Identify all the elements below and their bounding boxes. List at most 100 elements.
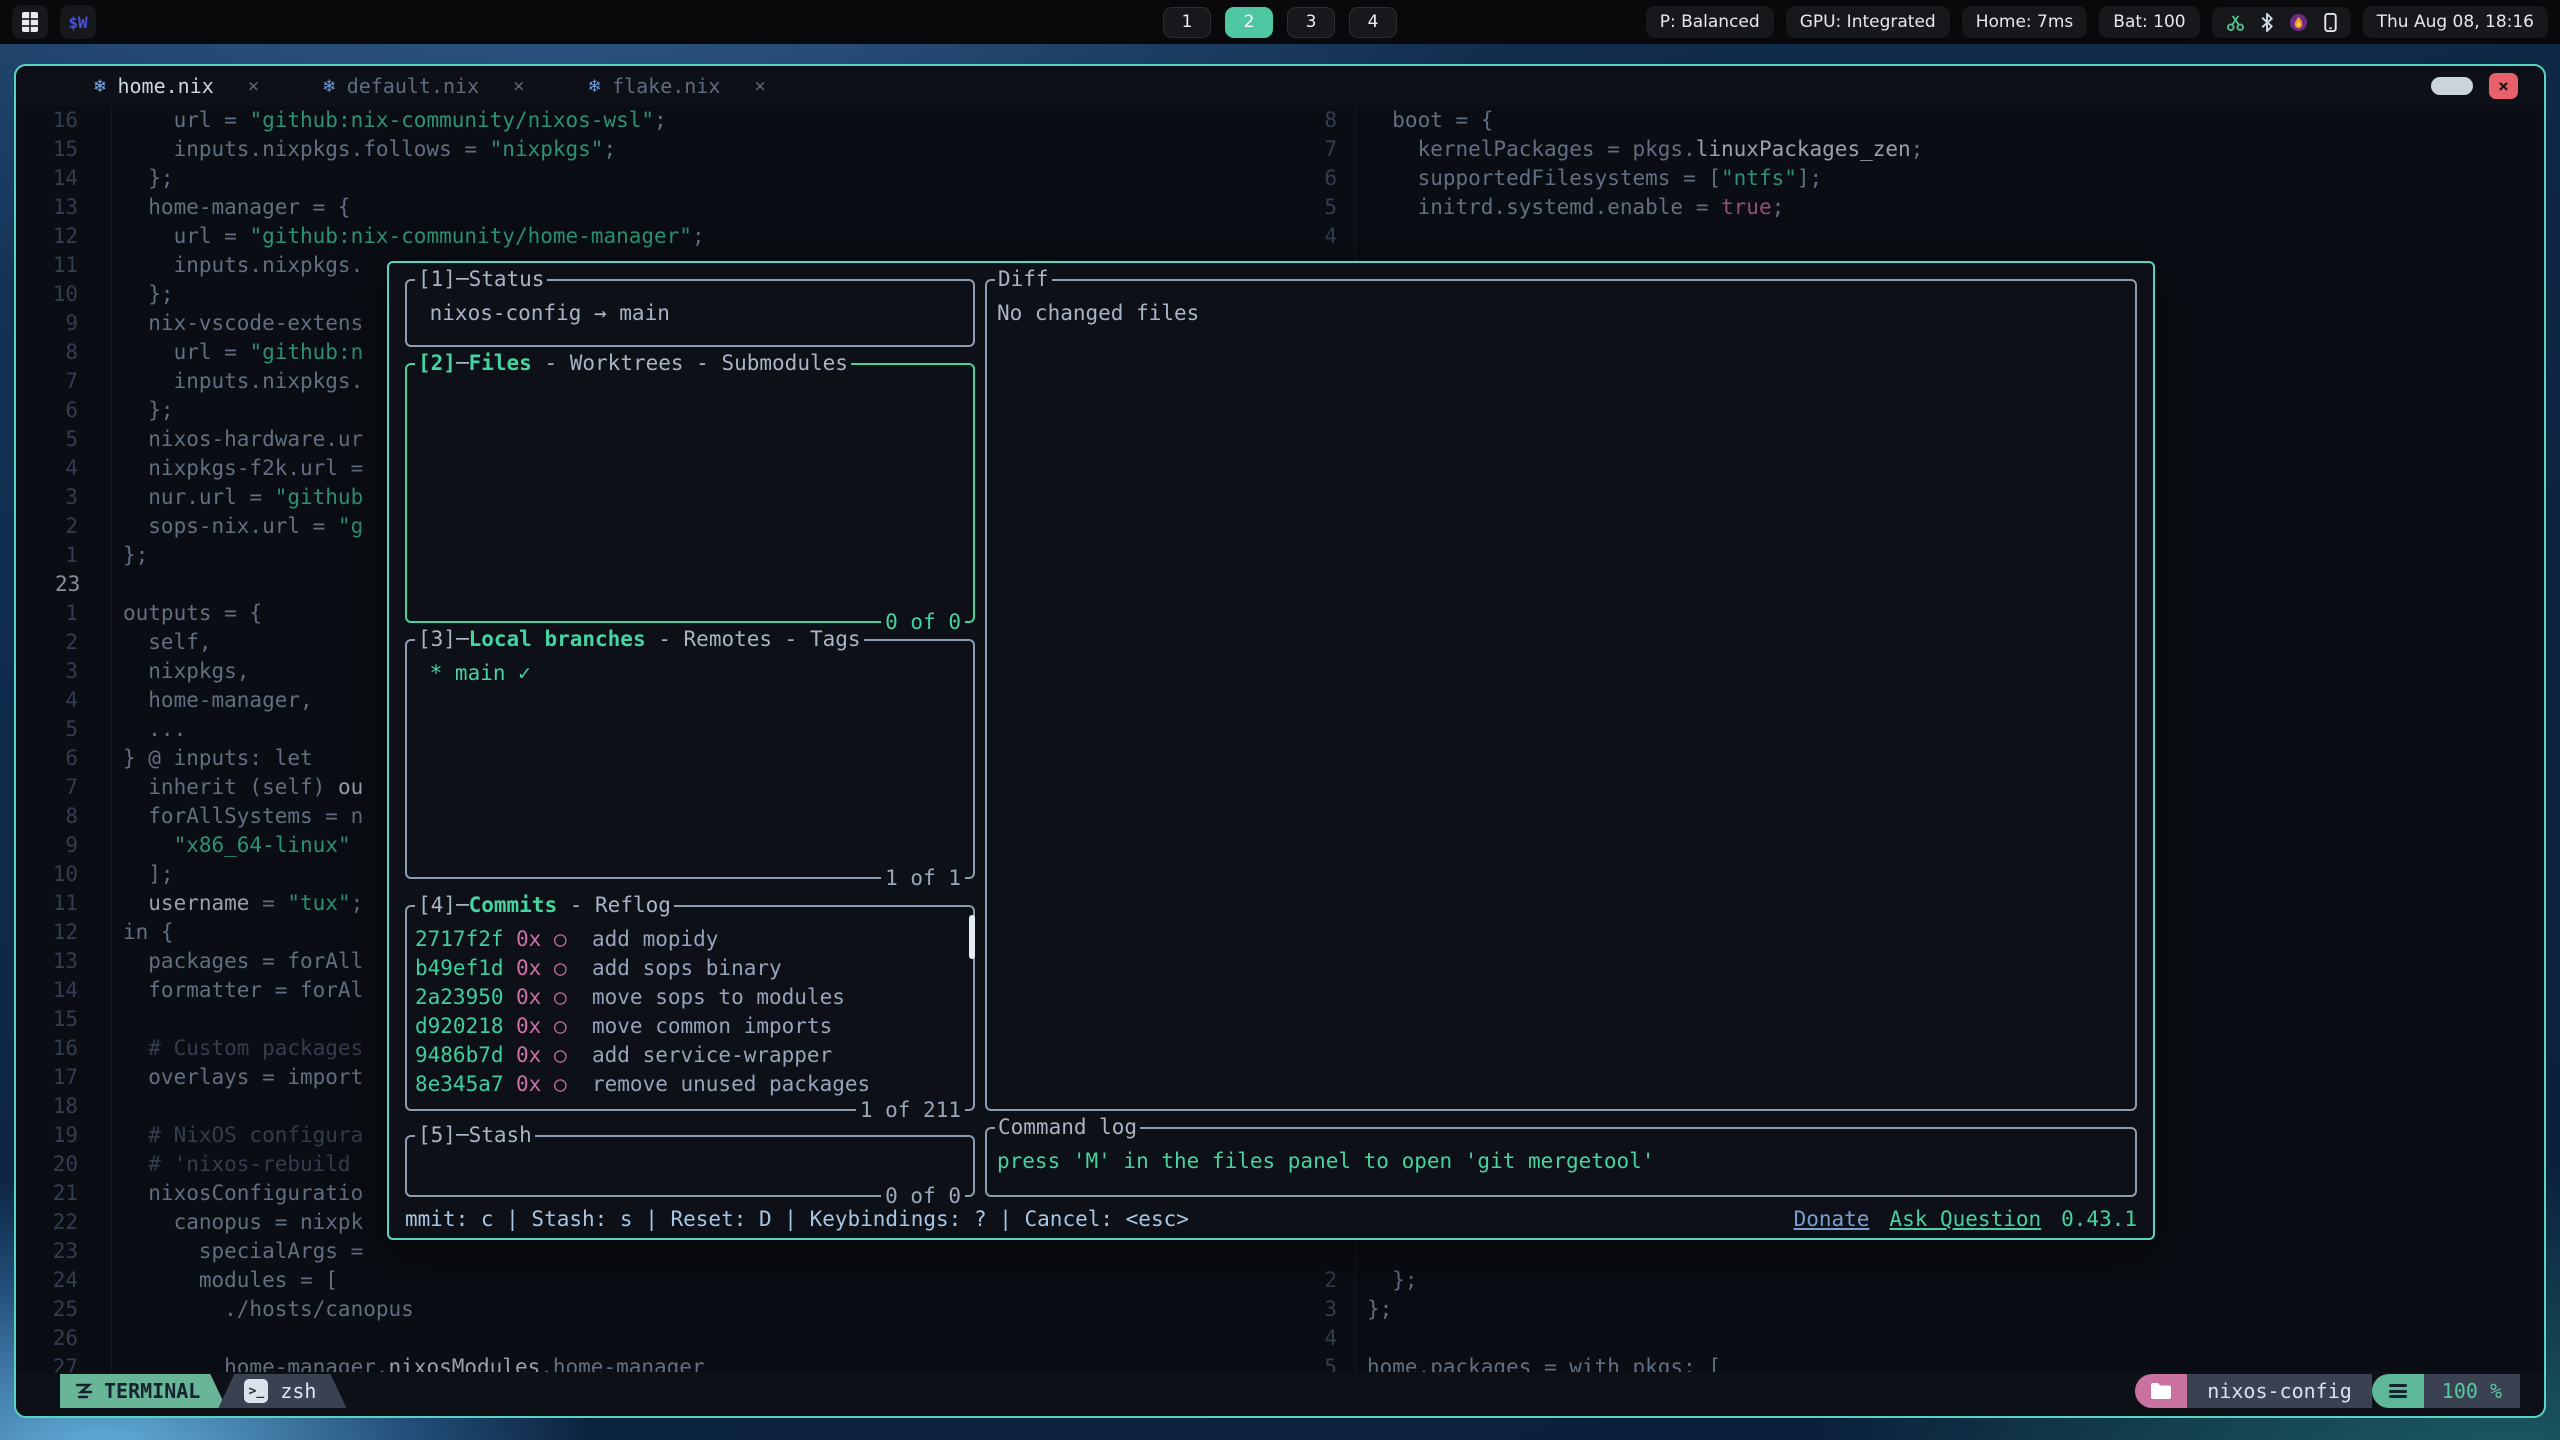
panel-count: 1 of 1 <box>881 864 965 893</box>
zellij-right-status: nixos-config 100 % <box>2135 1374 2520 1408</box>
terminal-window: ❄ home.nix × ❄ default.nix × ❄ flake.nix… <box>14 64 2546 1418</box>
bluetooth-icon[interactable] <box>2261 13 2273 32</box>
gutter-line-number: 2 <box>1261 1266 1337 1295</box>
lazygit-command-log-panel[interactable]: Command log press 'M' in the files panel… <box>985 1127 2137 1197</box>
shell-label: zsh <box>280 1379 316 1403</box>
mode-label: TERMINAL <box>104 1379 200 1403</box>
panel-title: [3]─Local branches - Remotes - Tags <box>415 625 864 654</box>
commit-author: 0x <box>516 983 554 1012</box>
branch-row[interactable]: * main ✓ <box>417 659 963 688</box>
tab-close-icon[interactable]: × <box>754 75 765 97</box>
commit-hash: d920218 <box>415 1012 516 1041</box>
commit-message: add sops binary <box>592 954 782 983</box>
list-icon <box>2389 1384 2407 1398</box>
workspace-button-4[interactable]: 4 <box>1349 7 1397 38</box>
gutter-line-number: 6 <box>1261 164 1337 193</box>
commit-row[interactable]: 2717f2f0x○add mopidy <box>407 925 969 954</box>
donate-link[interactable]: Donate <box>1794 1205 1870 1234</box>
status-branch-line: nixos-config → main <box>417 299 963 328</box>
commit-message: add mopidy <box>592 925 718 954</box>
lazygit-version: 0.43.1 <box>2061 1205 2137 1234</box>
zellij-mode-segment[interactable]: TERMINAL <box>60 1374 226 1408</box>
code-line: 3}; <box>16 1295 2544 1324</box>
terminal-prompt-icon: >_ <box>244 1379 268 1403</box>
battery-list-segment[interactable] <box>2372 1374 2424 1408</box>
commit-row[interactable]: d9202180x○move common imports <box>407 1012 969 1041</box>
panel-title: Diff <box>995 265 1052 294</box>
topbar-right: P: Balanced GPU: Integrated Home: 7ms Bat: … <box>1646 6 2548 38</box>
lazygit-branches-panel[interactable]: [3]─Local branches - Remotes - Tags * ma… <box>405 639 975 879</box>
commit-row[interactable]: 2a239500x○move sops to modules <box>407 983 969 1012</box>
commit-graph-node: ○ <box>554 954 592 983</box>
phone-icon[interactable] <box>2324 13 2337 32</box>
editor-area: 16 url = "github:nix-community/nixos-wsl… <box>16 106 2544 1372</box>
repo-name: nixos-config <box>2187 1374 2372 1408</box>
zellij-status-bar: TERMINAL >_ zsh nixos-config 100 % <box>16 1372 2544 1416</box>
code-text: initrd.systemd.enable = true; <box>1367 193 1784 222</box>
code-line: 5home.packages = with pkgs; [ <box>16 1353 2544 1372</box>
workspace-button-2[interactable]: 2 <box>1225 7 1273 38</box>
commit-hash: b49ef1d <box>415 954 516 983</box>
workspace-button-1[interactable]: 1 <box>1163 7 1211 38</box>
status-pill[interactable]: GPU: Integrated <box>1786 6 1950 38</box>
commit-message: remove unused packages <box>592 1070 870 1099</box>
clock[interactable]: Thu Aug 08, 18:16 <box>2363 6 2548 38</box>
folder-icon <box>2150 1382 2172 1400</box>
gutter-line-number: 8 <box>1261 106 1337 135</box>
desktop: $W 1234 P: BalancedGPU: IntegratedHome: … <box>0 0 2560 1440</box>
tab-home-nix[interactable]: ❄ home.nix × <box>94 74 259 98</box>
workspace-switcher: 1234 <box>1163 7 1397 38</box>
tab-close-icon[interactable]: × <box>248 75 259 97</box>
tab-label: flake.nix <box>612 74 720 98</box>
window-close-button[interactable]: × <box>2489 73 2518 99</box>
tab-label: home.nix <box>117 74 213 98</box>
gutter-line-number: 7 <box>1261 135 1337 164</box>
commit-author: 0x <box>516 954 554 983</box>
code-line: 4 <box>16 222 2544 251</box>
apps-grid-button[interactable] <box>12 5 48 39</box>
tab-flake-nix[interactable]: ❄ flake.nix × <box>589 74 766 98</box>
vpn-flame-icon[interactable] <box>2289 13 2308 32</box>
commit-graph-node: ○ <box>554 1070 592 1099</box>
code-line: 5 initrd.systemd.enable = true; <box>16 193 2544 222</box>
network-icon[interactable] <box>2226 13 2245 32</box>
lazygit-commits-panel[interactable]: [4]─Commits - Reflog 2717f2f0x○add mopid… <box>405 905 975 1111</box>
panel-title: Command log <box>995 1113 1140 1142</box>
commit-row[interactable]: 9486b7d0x○add service-wrapper <box>407 1041 969 1070</box>
tab-default-nix[interactable]: ❄ default.nix × <box>323 74 524 98</box>
ask-question-link[interactable]: Ask Question <box>1889 1205 2041 1234</box>
code-line: 7 kernelPackages = pkgs.linuxPackages_ze… <box>16 135 2544 164</box>
topbar-left: $W <box>12 5 96 39</box>
tab-close-icon[interactable]: × <box>513 75 524 97</box>
code-text: kernelPackages = pkgs.linuxPackages_zen; <box>1367 135 1923 164</box>
commit-row[interactable]: b49ef1d0x○add sops binary <box>407 954 969 983</box>
code-text: }; <box>1367 1266 1418 1295</box>
workspace-button-3[interactable]: 3 <box>1287 7 1335 38</box>
commit-message: add service-wrapper <box>592 1041 832 1070</box>
status-pill[interactable]: Bat: 100 <box>2099 6 2199 38</box>
commits-scrollbar[interactable] <box>969 915 975 959</box>
editor-tab-bar: ❄ home.nix × ❄ default.nix × ❄ flake.nix… <box>16 66 2544 106</box>
lazygit-files-panel[interactable]: [2]─Files - Worktrees - Submodules 0 of … <box>405 363 975 623</box>
code-text: }; <box>1367 1295 1392 1324</box>
commit-row[interactable]: 8e345a70x○remove unused packages <box>407 1070 969 1099</box>
commit-graph-node: ○ <box>554 925 592 954</box>
window-pill-indicator[interactable] <box>2431 77 2473 95</box>
monogram-button[interactable]: $W <box>60 5 96 39</box>
diff-content: No changed files <box>997 299 2125 328</box>
panel-title: [4]─Commits - Reflog <box>415 891 674 920</box>
repo-folder-segment[interactable] <box>2135 1374 2187 1408</box>
panel-title: [2]─Files - Worktrees - Submodules <box>415 349 851 378</box>
lazygit-stash-panel[interactable]: [5]─Stash 0 of 0 <box>405 1135 975 1197</box>
gutter-line-number: 4 <box>1261 1324 1337 1353</box>
panel-count: 0 of 0 <box>881 608 965 637</box>
lazygit-status-panel[interactable]: [1]─Status nixos-config → main <box>405 279 975 347</box>
code-line: 8 boot = { <box>16 106 2544 135</box>
status-pill[interactable]: P: Balanced <box>1646 6 1774 38</box>
status-pill[interactable]: Home: 7ms <box>1962 6 2088 38</box>
code-line: 2 }; <box>16 1266 2544 1295</box>
lazygit-diff-panel[interactable]: Diff No changed files <box>985 279 2137 1111</box>
zellij-tab-zsh[interactable]: >_ zsh <box>218 1374 346 1408</box>
commit-hash: 2a23950 <box>415 983 516 1012</box>
commit-author: 0x <box>516 1070 554 1099</box>
